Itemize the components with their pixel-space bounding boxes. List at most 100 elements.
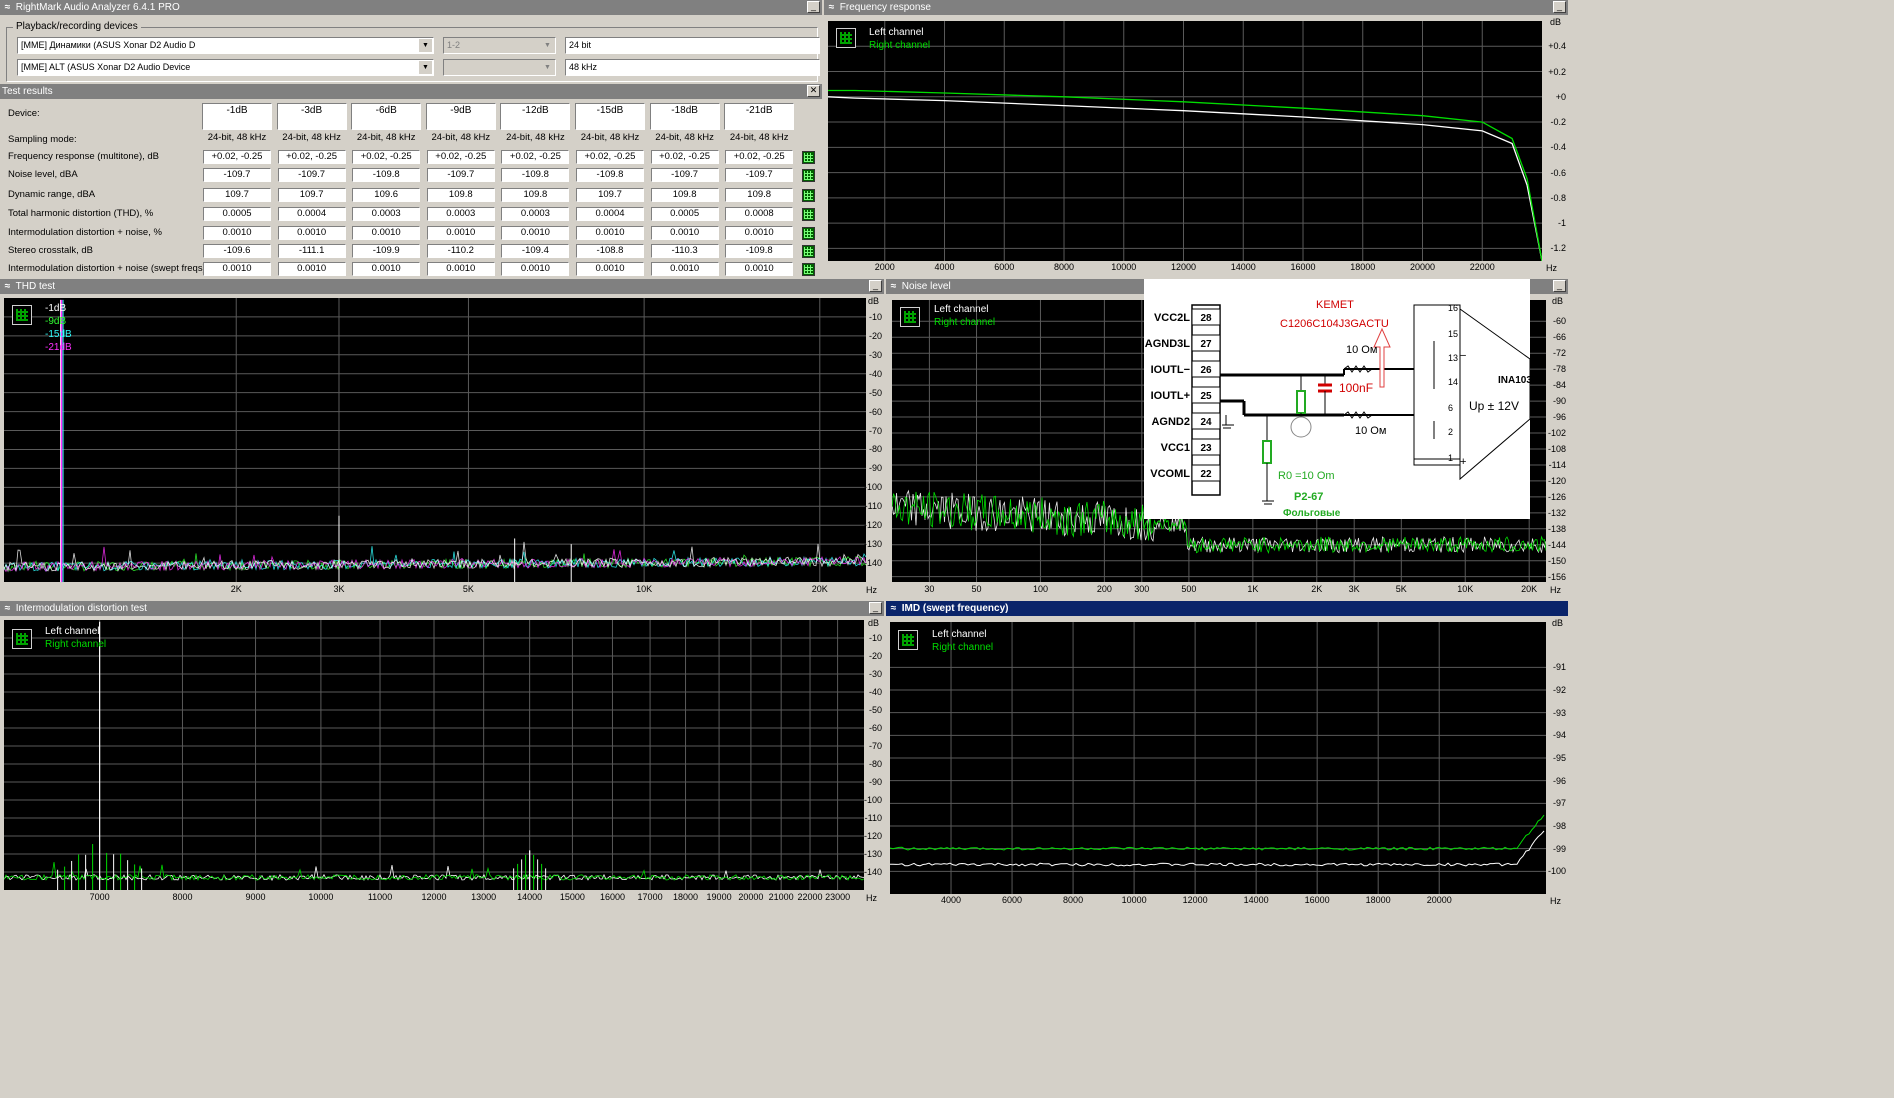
x-tick-label: 13000	[471, 892, 497, 902]
sampling-mode-value: 24-bit, 48 kHz	[207, 132, 267, 143]
minimize-button[interactable]: _	[1553, 1, 1566, 13]
result-row-label: Dynamic range, dBA	[8, 189, 96, 200]
y-axis: -10 -20 -30 -40 -50 -60 -70 -80 -90 -100 -110 -120 -…	[863, 298, 884, 582]
grid-graph-icon[interactable]	[802, 227, 815, 240]
chevron-down-icon[interactable]: ▼	[419, 39, 432, 52]
y-tick-label: -140	[863, 867, 882, 877]
devices-group-label: Playback/recording devices	[13, 21, 141, 32]
y-tick-label: -130	[863, 539, 882, 550]
y-tick-label: -144	[1547, 539, 1566, 550]
recording-channels-select[interactable]: ▼	[443, 59, 556, 76]
y-tick-label: -96	[1552, 412, 1566, 423]
grid-graph-icon[interactable]	[802, 245, 815, 258]
chevron-down-icon[interactable]: ▼	[419, 61, 432, 74]
y-tick-label: -130	[863, 849, 882, 859]
playback-device-select[interactable]: [MME] Динамики (ASUS Xonar D2 Audio D ▼	[17, 37, 434, 54]
grid-graph-icon[interactable]	[802, 151, 815, 164]
result-cell: 0.0010	[650, 262, 719, 276]
pin-number: 23	[1200, 443, 1212, 454]
result-cell: 0.0010	[352, 262, 421, 276]
imd-test-titlebar[interactable]: ≈ Intermodulation distortion test _	[0, 601, 884, 616]
grid-lines	[890, 622, 1546, 894]
main-window-titlebar[interactable]: ≈ RightMark Audio Analyzer 6.4.1 PRO _	[0, 0, 822, 15]
test-results-titlebar[interactable]: Test results ✕	[0, 84, 822, 99]
thd-plot[interactable]: -1dB -9dB -15dB -21dB	[4, 298, 866, 582]
x-tick-label: 6000	[994, 262, 1015, 272]
result-cell: -109.8	[576, 168, 644, 182]
result-cell: 0.0010	[501, 262, 570, 276]
x-tick-label: 23000	[825, 892, 851, 902]
x-tick-label: 4000	[934, 262, 955, 272]
grid-graph-icon[interactable]	[898, 630, 918, 650]
column-header: -3dB	[276, 103, 347, 130]
grid-graph-icon[interactable]	[802, 189, 815, 202]
imd-test-window: ≈ Intermodulation distortion test _ Left…	[0, 601, 884, 909]
result-row-label: Frequency response (multitone), dB	[8, 151, 160, 162]
grid-graph-icon[interactable]	[802, 208, 815, 221]
thd-test-title: THD test	[15, 281, 56, 292]
x-tick-label: 4000	[941, 895, 962, 905]
x-tick-label: 11000	[367, 892, 393, 902]
grid-graph-icon[interactable]	[12, 305, 32, 325]
amp-pin-label: 15	[1448, 329, 1458, 339]
legend-right-channel: Right channel	[934, 317, 996, 328]
thd-test-titlebar[interactable]: ≈ THD test _	[0, 279, 884, 294]
y-tick-label: -0.2	[1550, 117, 1566, 128]
x-tick-label: 500	[1181, 584, 1197, 594]
y-tick-label: -100	[1547, 866, 1566, 877]
pin-number: 27	[1200, 339, 1212, 350]
x-tick-label: 30	[924, 584, 935, 594]
grid-graph-icon[interactable]	[836, 28, 856, 48]
chevron-down-icon[interactable]: ▼	[541, 61, 554, 74]
result-cell: 0.0005	[650, 207, 719, 221]
legend-1db: -1dB	[45, 303, 67, 314]
sample-rate-field[interactable]: 48 kHz	[565, 59, 820, 76]
result-cell: -109.8	[501, 168, 570, 182]
result-cell: 0.0005	[203, 207, 271, 221]
sampling-mode-value: 24-bit, 48 kHz	[506, 132, 565, 143]
y-tick-label: -99	[1552, 843, 1566, 854]
x-unit: Hz	[1546, 263, 1557, 273]
imd-swept-titlebar[interactable]: ≈ IMD (swept frequency)	[886, 601, 1568, 616]
frequency-response-plot[interactable]: Left channel Right channel	[828, 21, 1542, 261]
minimize-button[interactable]: _	[869, 602, 882, 614]
sampling-mode-value: 24-bit, 48 kHz	[580, 132, 640, 143]
kemet-label: KEMET	[1316, 299, 1354, 311]
imd-plot[interactable]: Left channel Right channel	[4, 620, 864, 890]
pin-number: 28	[1200, 313, 1212, 324]
channels-select[interactable]: 1-2 ▼	[443, 37, 556, 54]
y-tick-label: -120	[1547, 475, 1566, 486]
minimize-button[interactable]: _	[1553, 280, 1566, 292]
y-tick-label: +0.4	[1548, 41, 1566, 52]
result-row-label: Noise level, dBA	[8, 169, 78, 180]
frequency-response-titlebar[interactable]: ≈ Frequency response _	[824, 0, 1568, 15]
minimize-button[interactable]: _	[869, 280, 882, 292]
x-tick-label: 7000	[89, 892, 110, 902]
y-tick-label: -156	[1547, 571, 1566, 582]
bit-depth-field[interactable]: 24 bit	[565, 37, 820, 54]
grid-graph-icon[interactable]	[802, 169, 815, 182]
grid-graph-icon[interactable]	[802, 263, 815, 276]
y-tick-label: -10	[868, 633, 882, 643]
chevron-down-icon[interactable]: ▼	[541, 39, 554, 52]
result-cell: +0.02, -0.25	[650, 150, 719, 164]
column-header: -15dB	[575, 103, 645, 130]
y-tick-label: -150	[1547, 555, 1566, 566]
x-tick-label: 19000	[706, 892, 732, 902]
result-cell: -108.8	[576, 244, 644, 258]
recording-device-select[interactable]: [MME] ALT (ASUS Xonar D2 Audio Device ▼	[17, 59, 434, 76]
imd-swept-plot[interactable]: Left channel Right channel	[890, 622, 1546, 894]
y-tick-label: -0.6	[1550, 167, 1566, 178]
y-tick-label: -78	[1552, 364, 1566, 375]
result-cell: 0.0010	[203, 226, 271, 240]
grid-graph-icon[interactable]	[12, 629, 32, 649]
y-tick-label: -110	[864, 501, 882, 512]
minimize-button[interactable]: _	[807, 1, 820, 13]
result-cell: -109.9	[352, 244, 421, 258]
legend-left-channel: Left channel	[45, 626, 100, 637]
y-axis: -91 -92 -93 -94 -95 -96 -97 -98 -99 -100	[1546, 622, 1568, 894]
grid-graph-icon[interactable]	[900, 307, 920, 327]
close-icon[interactable]: ✕	[807, 85, 820, 97]
supply-label: Up ± 12V	[1469, 399, 1519, 413]
legend-right-channel: Right channel	[869, 40, 931, 51]
